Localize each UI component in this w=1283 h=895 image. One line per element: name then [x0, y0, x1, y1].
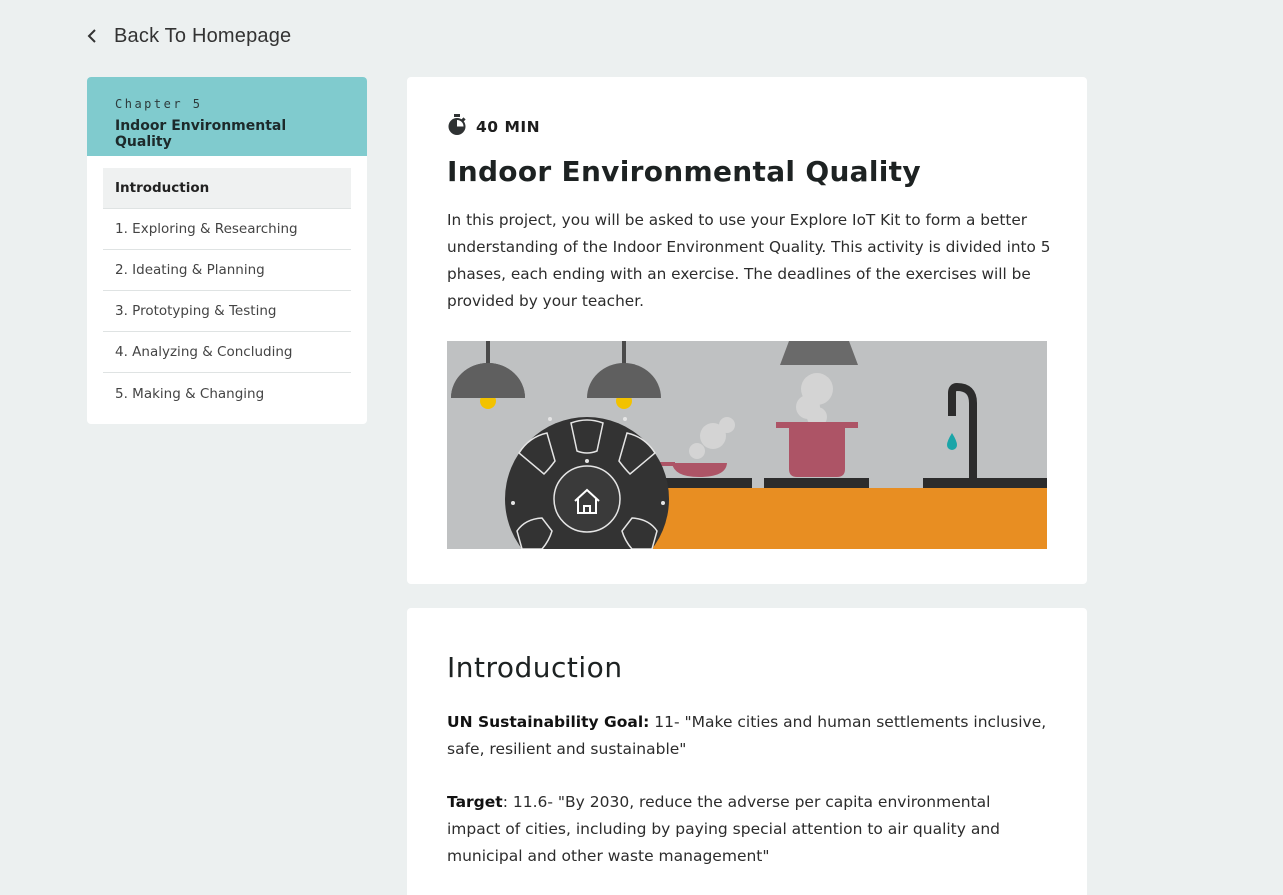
nav-item-ideating-planning[interactable]: 2. Ideating & Planning [103, 250, 351, 291]
lesson-nav: Introduction 1. Exploring & Researching … [87, 156, 367, 414]
chapter-title: Indoor Environmental Quality [115, 118, 287, 150]
introduction-card: Introduction UN Sustainability Goal: 11-… [407, 608, 1087, 895]
target-label: Target [447, 793, 503, 811]
nav-item-exploring-researching[interactable]: 1. Exploring & Researching [103, 209, 351, 250]
duration-badge: 40 MIN [447, 114, 540, 140]
target-text: : 11.6- "By 2030, reduce the adverse per… [447, 793, 1001, 865]
chevron-left-icon [84, 22, 100, 50]
kitchen-illustration [447, 341, 1047, 549]
back-to-homepage-link[interactable]: Back To Homepage [84, 22, 291, 50]
goal-label: UN Sustainability Goal: [447, 713, 650, 731]
duration-text: 40 MIN [476, 118, 541, 136]
lesson-description: In this project, you will be asked to us… [447, 211, 1051, 310]
nav-item-introduction[interactable]: Introduction [103, 168, 351, 209]
lesson-title: Indoor Environmental Quality [447, 155, 921, 188]
nav-item-prototyping-testing[interactable]: 3. Prototyping & Testing [103, 291, 351, 332]
nav-item-analyzing-concluding[interactable]: 4. Analyzing & Concluding [103, 332, 351, 373]
sustainability-goal-paragraph: UN Sustainability Goal: 11- "Make cities… [447, 709, 1047, 763]
chapter-number: Chapter 5 [115, 97, 203, 111]
stopwatch-icon [447, 114, 467, 140]
back-link-label: Back To Homepage [114, 24, 292, 47]
chapter-sidebar: Chapter 5 Indoor Environmental Quality I… [87, 77, 367, 424]
target-paragraph: Target: 11.6- "By 2030, reduce the adver… [447, 789, 1047, 870]
introduction-heading: Introduction [447, 651, 623, 684]
nav-item-making-changing[interactable]: 5. Making & Changing [103, 373, 351, 414]
chapter-header: Chapter 5 Indoor Environmental Quality [87, 77, 367, 156]
lesson-overview-card: 40 MIN Indoor Environmental Quality In t… [407, 77, 1087, 584]
